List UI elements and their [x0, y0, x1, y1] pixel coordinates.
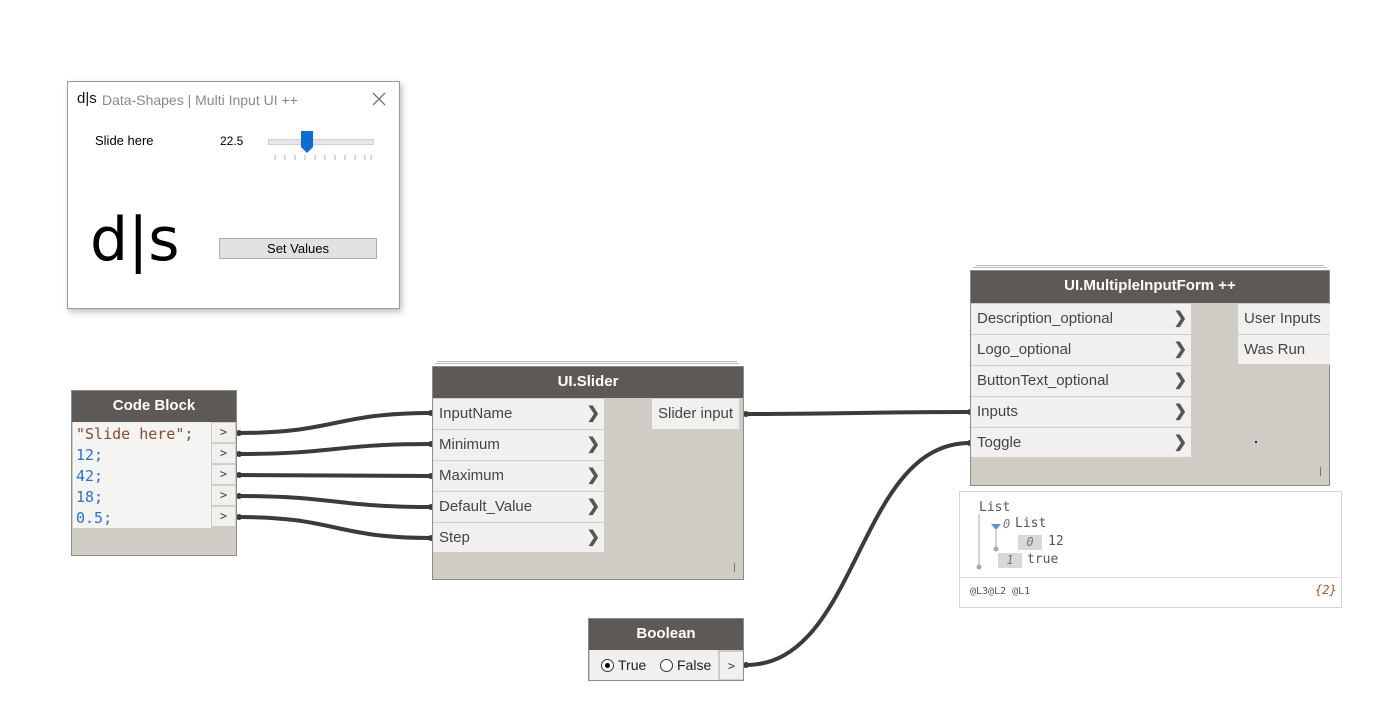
- code-line: 12;: [76, 446, 104, 464]
- wire-code-to-default: [237, 494, 433, 509]
- dialog-title: Data-Shapes | Multi Input UI ++: [102, 92, 298, 108]
- chevron-right-icon: ❯: [1173, 341, 1187, 358]
- ui-slider-node[interactable]: UI.Slider InputName ❯ Minimum ❯ Maximum ❯ D…: [432, 366, 744, 580]
- resize-handle[interactable]: [734, 563, 735, 572]
- chevron-right-icon: ❯: [1173, 403, 1187, 420]
- boolean-title: Boolean: [589, 619, 743, 650]
- multi-input-dialog: d|s Data-Shapes | Multi Input UI ++ Slid…: [67, 81, 400, 309]
- code-line: 0.5;: [76, 509, 113, 527]
- boolean-node[interactable]: Boolean True False >: [588, 618, 744, 681]
- wire-code-to-step: [237, 515, 433, 540]
- dialog-logo-large: d|s: [90, 205, 180, 275]
- chevron-right-icon: ❯: [586, 467, 600, 484]
- preview-item-index: 0: [1018, 535, 1042, 550]
- chevron-right-icon: ❯: [1173, 310, 1187, 327]
- preview-item-value: true: [1027, 552, 1059, 567]
- input-port-maximum[interactable]: Maximum ❯: [433, 461, 604, 492]
- slider-ticks: [274, 155, 372, 160]
- preview-sublist-index: 0: [1003, 517, 1011, 531]
- chevron-right-icon: ❯: [586, 529, 600, 546]
- preview-count: {2}: [1315, 583, 1337, 597]
- preview-root-label: List: [979, 500, 1011, 515]
- expand-icon: [991, 524, 1001, 530]
- input-port-minimum[interactable]: Minimum ❯: [433, 430, 604, 461]
- code-line: 18;: [76, 488, 104, 506]
- code-output-port[interactable]: >: [211, 444, 235, 464]
- wire-slider-to-inputs: [744, 410, 972, 416]
- code-block-node[interactable]: Code Block "Slide here"; 12; 42; 18; 0.5…: [71, 390, 237, 556]
- resize-handle[interactable]: [1320, 467, 1321, 476]
- code-output-port[interactable]: >: [211, 423, 235, 443]
- boolean-toggle-area: True False: [590, 650, 718, 680]
- false-label: False: [677, 657, 712, 673]
- slider-label: Slide here: [95, 133, 154, 148]
- code-line: "Slide here";: [76, 425, 194, 443]
- slider-value: 22.5: [220, 134, 244, 148]
- chevron-right-icon: ❯: [586, 498, 600, 515]
- code-line: 42;: [76, 467, 104, 485]
- multiple-input-form-title: UI.MultipleInputForm ++: [971, 271, 1329, 303]
- chevron-right-icon: ❯: [586, 436, 600, 453]
- preview-sublist-label: List: [1015, 516, 1047, 531]
- port-label: Inputs: [977, 403, 1018, 420]
- input-port-toggle[interactable]: Toggle ❯: [971, 428, 1191, 458]
- true-label: True: [618, 657, 647, 673]
- port-label: Minimum: [439, 436, 500, 453]
- output-port-user-inputs[interactable]: User Inputs: [1238, 304, 1330, 335]
- input-port-step[interactable]: Step ❯: [433, 523, 604, 553]
- dialog-logo-small: d|s: [77, 90, 97, 107]
- multiple-input-form-node[interactable]: UI.MultipleInputForm ++ Description_opti…: [970, 270, 1330, 486]
- port-label: ButtonText_optional: [977, 372, 1109, 389]
- port-label: Logo_optional: [977, 341, 1072, 358]
- port-label: Toggle: [977, 434, 1022, 451]
- set-values-button[interactable]: Set Values: [219, 238, 377, 259]
- preview-item-index: 1: [998, 553, 1022, 568]
- port-label: InputName: [439, 405, 513, 422]
- output-port-slider-input[interactable]: Slider input: [652, 399, 740, 430]
- chevron-right-icon: ❯: [1173, 434, 1187, 451]
- boolean-output-port[interactable]: >: [719, 652, 743, 680]
- input-port-logo[interactable]: Logo_optional ❯: [971, 335, 1191, 366]
- preview-item-value: 12: [1048, 534, 1064, 549]
- ui-slider-title: UI.Slider: [433, 367, 743, 398]
- false-radio[interactable]: [660, 659, 673, 672]
- slider-track[interactable]: [268, 139, 374, 145]
- input-port-inputs[interactable]: Inputs ❯: [971, 397, 1191, 428]
- port-label: Description_optional: [977, 310, 1113, 327]
- true-radio[interactable]: [601, 659, 614, 672]
- code-output-port[interactable]: >: [211, 486, 235, 506]
- wire-code-to-inputname: [237, 411, 433, 435]
- wire-code-to-minimum: [237, 442, 433, 456]
- node-preview-panel: List 0 List 0 12 1 true @L3@L2 @L1 {2}: [959, 491, 1342, 608]
- wire-code-to-maximum: [237, 473, 433, 478]
- input-port-description[interactable]: Description_optional ❯: [971, 304, 1191, 335]
- code-output-port[interactable]: >: [211, 465, 235, 485]
- output-port-was-run[interactable]: Was Run: [1238, 335, 1330, 365]
- wire-boolean-to-toggle: [744, 441, 972, 667]
- port-label: Step: [439, 529, 470, 546]
- code-output-port[interactable]: >: [211, 507, 235, 527]
- input-port-buttontext[interactable]: ButtonText_optional ❯: [971, 366, 1191, 397]
- input-port-inputname[interactable]: InputName ❯: [433, 399, 604, 430]
- close-icon[interactable]: [371, 91, 387, 107]
- code-block-title: Code Block: [72, 391, 236, 422]
- dot-marker: [1255, 441, 1257, 443]
- chevron-right-icon: ❯: [1173, 372, 1187, 389]
- code-editor[interactable]: "Slide here"; 12; 42; 18; 0.5;: [73, 422, 211, 528]
- slider-thumb[interactable]: [301, 131, 313, 153]
- preview-levels[interactable]: @L3@L2 @L1: [970, 586, 1030, 597]
- input-port-default-value[interactable]: Default_Value ❯: [433, 492, 604, 523]
- port-label: Maximum: [439, 467, 505, 484]
- port-label: Default_Value: [439, 498, 533, 515]
- chevron-right-icon: ❯: [586, 405, 600, 422]
